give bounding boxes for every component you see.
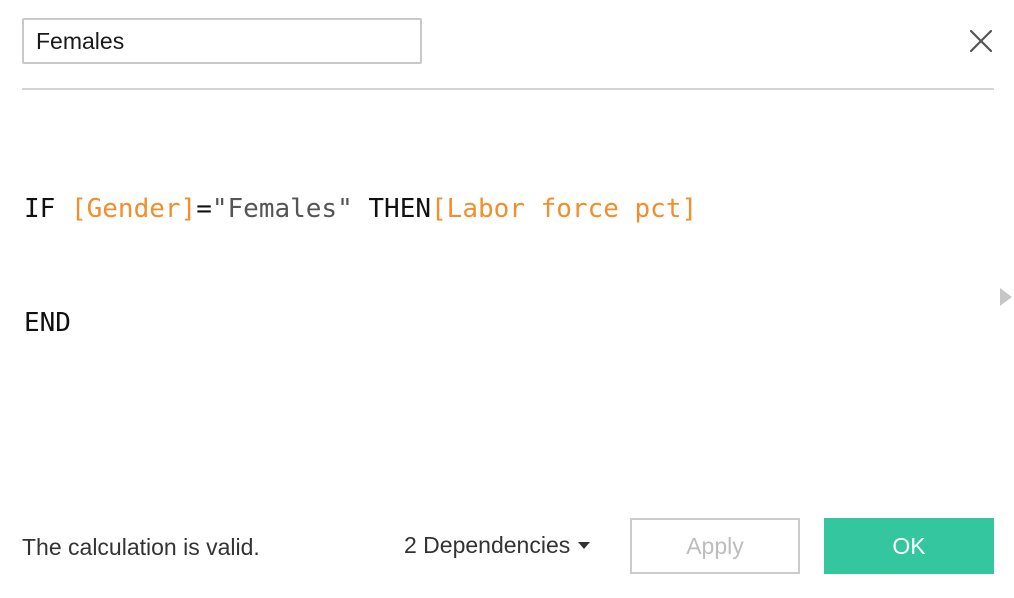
close-button[interactable] (962, 22, 1000, 60)
field-reference-labor-force-pct: [Labor force pct] (431, 194, 698, 224)
dependencies-label: 2 Dependencies (404, 532, 571, 558)
apply-button[interactable]: Apply (630, 518, 800, 574)
code-line-2: END (24, 304, 974, 342)
header-divider (22, 88, 994, 90)
keyword-if: IF (24, 194, 71, 224)
calculation-dialog: IF [Gender]="Females" THEN[Labor force p… (0, 0, 1014, 598)
keyword-then: THEN (352, 194, 432, 224)
chevron-down-icon (578, 541, 591, 549)
dependencies-dropdown[interactable]: 2 Dependencies (404, 530, 591, 560)
caret-right-icon (1000, 288, 1012, 306)
validation-status: The calculation is valid. (22, 534, 260, 560)
keyword-end: END (24, 308, 71, 338)
code-line-1: IF [Gender]="Females" THEN[Labor force p… (24, 190, 974, 228)
operator-equals: = (196, 194, 212, 224)
expand-functions-button[interactable] (998, 286, 1014, 308)
ok-button[interactable]: OK (824, 518, 994, 574)
string-literal: "Females" (211, 194, 353, 224)
close-icon (970, 30, 992, 52)
formula-editor[interactable]: IF [Gender]="Females" THEN[Labor force p… (24, 114, 974, 484)
field-reference-gender: [Gender] (70, 194, 197, 224)
calculation-name-input[interactable] (22, 18, 422, 64)
